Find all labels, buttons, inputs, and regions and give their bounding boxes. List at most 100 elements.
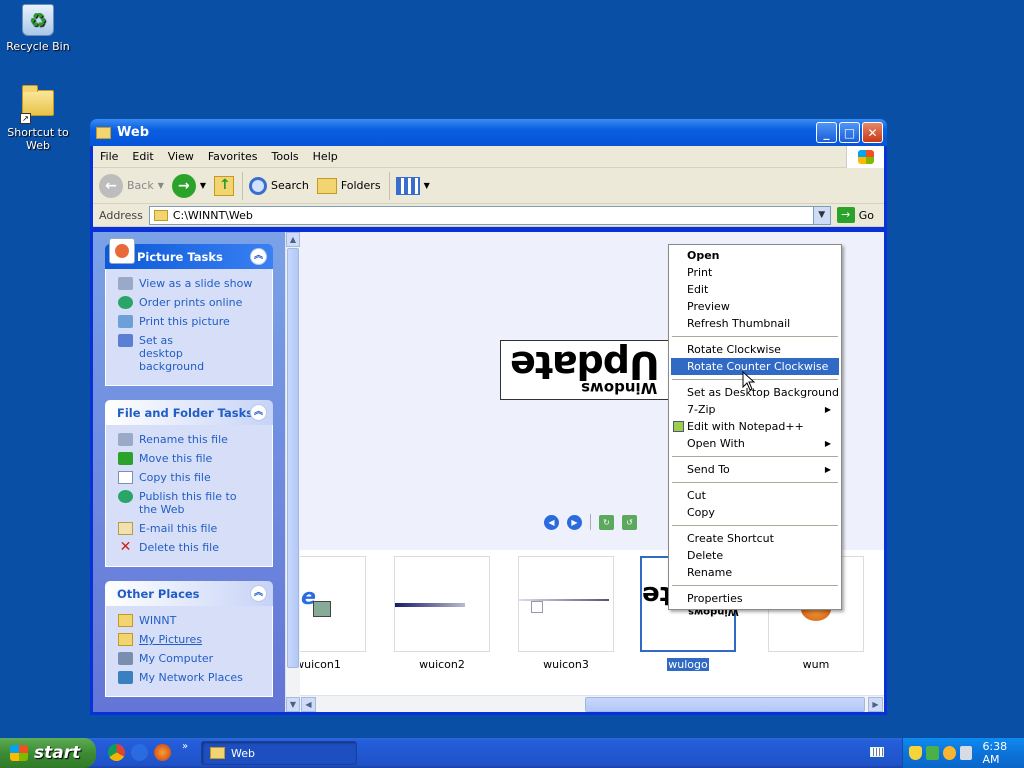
forward-button[interactable]: → ▼ <box>171 173 206 198</box>
menu-cut[interactable]: Cut <box>671 487 839 504</box>
scroll-down-icon[interactable]: ▼ <box>286 697 300 712</box>
menu-edit-image[interactable]: Edit <box>671 281 839 298</box>
menu-edit-notepadpp[interactable]: Edit with Notepad++ <box>671 418 839 435</box>
maximize-button[interactable]: □ <box>839 122 860 143</box>
back-dropdown-icon[interactable]: ▼ <box>158 181 164 190</box>
thumbnail-wuicon3[interactable] <box>518 556 614 652</box>
menu-rename[interactable]: Rename <box>671 564 839 581</box>
scroll-thumb[interactable] <box>287 248 299 668</box>
folders-button[interactable]: Folders <box>316 177 381 194</box>
menu-properties[interactable]: Properties <box>671 590 839 607</box>
go-button[interactable]: → Go <box>836 207 874 223</box>
scroll-thumb[interactable] <box>585 697 865 712</box>
menu-help[interactable]: Help <box>306 150 345 163</box>
move-icon <box>118 452 133 465</box>
menu-file[interactable]: File <box>93 150 125 163</box>
keyboard-icon[interactable] <box>870 747 884 757</box>
horizontal-scrollbar[interactable]: ◀ ▶ <box>300 695 884 712</box>
other-places-header[interactable]: Other Places ︽ <box>105 581 273 606</box>
start-button[interactable]: start <box>0 738 96 768</box>
internet-explorer-icon[interactable] <box>131 744 148 761</box>
file-folder-tasks-header[interactable]: File and Folder Tasks ︽ <box>105 400 273 425</box>
previous-image-icon[interactable]: ◀ <box>544 514 559 530</box>
taskpane-scrollbar[interactable]: ▲ ▼ <box>285 232 300 712</box>
up-button[interactable] <box>214 175 235 196</box>
task-view-slideshow[interactable]: View as a slide show <box>118 277 264 290</box>
minimize-button[interactable]: _ <box>816 122 837 143</box>
menu-refresh-thumbnail[interactable]: Refresh Thumbnail <box>671 315 839 332</box>
task-delete[interactable]: ✕ Delete this file <box>118 540 264 554</box>
menu-7zip[interactable]: 7-Zip ▶ <box>671 401 839 418</box>
thumbnail-label: wuicon1 <box>300 658 341 671</box>
menu-send-to[interactable]: Send To ▶ <box>671 461 839 478</box>
place-label: My Pictures <box>139 633 203 646</box>
standard-toolbar: ← Back ▼ → ▼ Search Folders ▼ <box>93 168 884 204</box>
task-rename[interactable]: Rename this file <box>118 433 264 446</box>
collapse-chevron-icon[interactable]: ︽ <box>250 248 267 265</box>
place-my-network[interactable]: My Network Places <box>118 671 264 684</box>
place-label: My Network Places <box>139 671 243 684</box>
menu-open-with[interactable]: Open With ▶ <box>671 435 839 452</box>
menu-delete[interactable]: Delete <box>671 547 839 564</box>
address-dropdown-icon[interactable]: ▼ <box>812 206 830 224</box>
task-publish[interactable]: Publish this file to the Web <box>118 490 264 516</box>
desktop-icon-recycle-bin[interactable]: Recycle Bin <box>0 4 76 53</box>
menu-tools[interactable]: Tools <box>265 150 306 163</box>
place-winnt[interactable]: WINNT <box>118 614 264 627</box>
task-email[interactable]: E-mail this file <box>118 522 264 535</box>
address-bar: Address C:\WINNT\Web ▼ → Go <box>93 204 884 227</box>
place-my-computer[interactable]: My Computer <box>118 652 264 665</box>
security-shield-icon[interactable] <box>909 746 922 760</box>
menu-print[interactable]: Print <box>671 264 839 281</box>
chrome-icon[interactable] <box>108 744 125 761</box>
address-input[interactable]: C:\WINNT\Web ▼ <box>148 205 831 225</box>
title-bar[interactable]: Web _ □ ✕ <box>90 119 887 146</box>
search-button[interactable]: Search <box>249 176 309 195</box>
rotate-counterclockwise-icon[interactable]: ↺ <box>622 514 637 530</box>
thumbnail-wuicon1[interactable] <box>300 556 366 652</box>
folders-icon <box>316 177 337 194</box>
menu-view[interactable]: View <box>161 150 201 163</box>
task-order-prints[interactable]: Order prints online <box>118 296 264 309</box>
menu-rotate-clockwise[interactable]: Rotate Clockwise <box>671 341 839 358</box>
place-my-pictures[interactable]: My Pictures <box>118 633 264 646</box>
task-move[interactable]: Move this file <box>118 452 264 465</box>
views-icon <box>395 176 420 195</box>
thumbnail-label: wum <box>802 658 830 671</box>
close-button[interactable]: ✕ <box>862 122 883 143</box>
menu-separator <box>672 456 838 457</box>
collapse-chevron-icon[interactable]: ︽ <box>250 585 267 602</box>
search-tray-icon[interactable] <box>942 746 956 760</box>
quick-launch-more-icon[interactable]: » <box>182 741 188 752</box>
network-icon[interactable] <box>925 746 939 760</box>
taskbar-button-web[interactable]: Web <box>201 741 357 765</box>
desktop-icon-shortcut-web[interactable]: ↗ Shortcut to Web <box>0 85 76 152</box>
back-button[interactable]: ← Back ▼ <box>99 173 164 198</box>
thumbnail-wuicon2[interactable] <box>394 556 490 652</box>
menu-preview[interactable]: Preview <box>671 298 839 315</box>
scroll-left-icon[interactable]: ◀ <box>301 697 316 712</box>
preview-image[interactable]: Update Windows <box>500 340 686 400</box>
scroll-up-icon[interactable]: ▲ <box>286 232 300 247</box>
task-print-picture[interactable]: Print this picture <box>118 315 264 328</box>
other-places-title: Other Places <box>117 586 200 601</box>
menu-favorites[interactable]: Favorites <box>201 150 265 163</box>
thumbnail-label: wuicon2 <box>419 658 465 671</box>
task-set-desktop-background[interactable]: Set as desktop background <box>118 334 264 373</box>
collapse-chevron-icon[interactable]: ︽ <box>250 404 267 421</box>
volume-icon[interactable] <box>959 746 973 760</box>
picture-icon <box>109 238 135 264</box>
menu-open[interactable]: Open <box>671 247 839 264</box>
rotate-clockwise-icon[interactable]: ↻ <box>599 514 614 530</box>
scroll-right-icon[interactable]: ▶ <box>868 697 883 712</box>
forward-dropdown-icon[interactable]: ▼ <box>200 181 206 190</box>
menu-create-shortcut[interactable]: Create Shortcut <box>671 530 839 547</box>
firefox-icon[interactable] <box>154 744 171 761</box>
next-image-icon[interactable]: ▶ <box>567 514 582 530</box>
views-button[interactable]: ▼ <box>395 176 430 195</box>
clock[interactable]: 6:38 AM <box>982 740 1024 766</box>
menu-copy[interactable]: Copy <box>671 504 839 521</box>
task-copy[interactable]: Copy this file <box>118 471 264 484</box>
picture-tasks-header[interactable]: Picture Tasks ︽ <box>105 238 273 269</box>
menu-edit[interactable]: Edit <box>125 150 160 163</box>
